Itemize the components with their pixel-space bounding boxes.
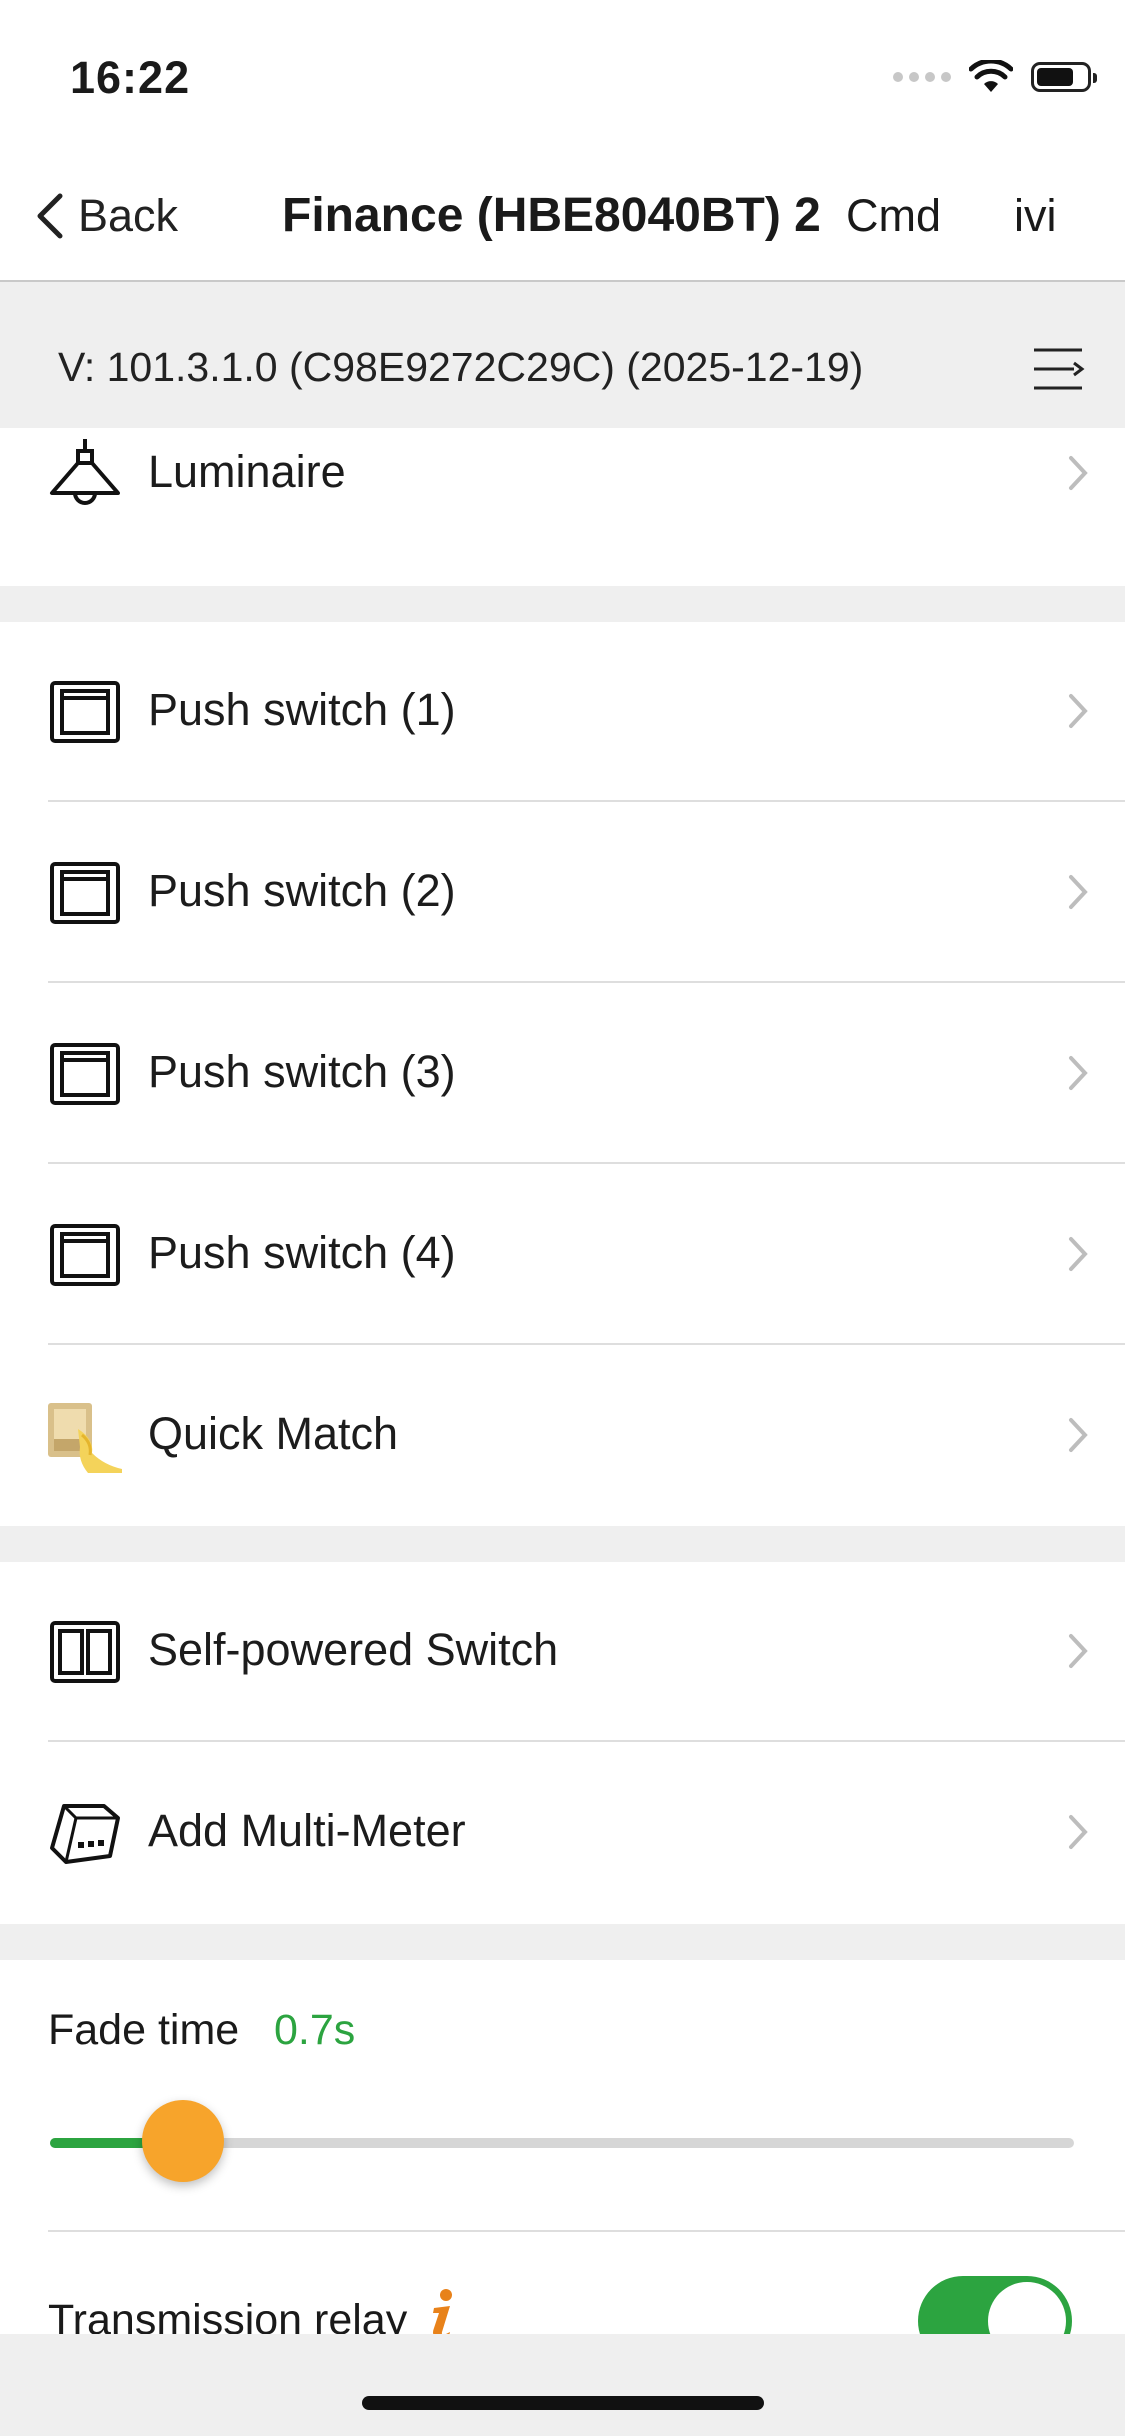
push-switch-icon xyxy=(50,862,120,924)
page-title: Finance (HBE8040BT) 2 xyxy=(282,189,821,242)
list-item-push-switch-4[interactable]: Push switch (4) xyxy=(0,1165,1125,1345)
row-divider xyxy=(48,1343,1125,1345)
list-item-push-switch-3[interactable]: Push switch (3) xyxy=(0,984,1125,1164)
fade-time-slider-thumb[interactable] xyxy=(142,2100,225,2182)
list-item-label: Luminaire xyxy=(148,446,346,497)
chevron-right-icon xyxy=(1069,1815,1088,1849)
list-item-push-switch-2[interactable]: Push switch (2) xyxy=(0,803,1125,983)
back-button[interactable]: Back xyxy=(36,190,178,242)
section-push-switches: Push switch (1) Push switch (2) Push swi… xyxy=(0,622,1125,1526)
navigation-bar: Back Finance (HBE8040BT) 2 Cmd ivi xyxy=(0,150,1125,282)
fade-time-value: 0.7s xyxy=(274,2006,356,2054)
row-divider xyxy=(48,1740,1125,1742)
list-item-label: Quick Match xyxy=(148,1408,399,1459)
push-switch-icon xyxy=(50,1224,120,1286)
chevron-right-icon xyxy=(1069,1634,1088,1668)
status-bar: 16:22 xyxy=(0,0,1125,150)
list-item-label: Push switch (2) xyxy=(148,865,456,916)
section-gap xyxy=(0,1924,1125,1960)
home-indicator-area xyxy=(0,2334,1125,2436)
list-item-quick-match[interactable]: Quick Match xyxy=(0,1346,1125,1526)
row-divider xyxy=(48,981,1125,983)
chevron-right-icon xyxy=(1069,694,1088,728)
chevron-right-icon xyxy=(1069,1237,1088,1271)
push-switch-icon xyxy=(50,681,120,743)
status-time: 16:22 xyxy=(70,52,191,103)
list-item-label: Push switch (1) xyxy=(148,684,456,735)
list-item-push-switch-1[interactable]: Push switch (1) xyxy=(0,622,1125,802)
row-divider xyxy=(48,2230,1125,2232)
section-luminaire: Luminaire xyxy=(0,428,1125,586)
double-switch-icon xyxy=(50,1621,120,1683)
section-gap xyxy=(0,1526,1125,1562)
home-indicator[interactable] xyxy=(362,2396,764,2410)
list-item-self-powered-switch[interactable]: Self-powered Switch xyxy=(0,1562,1125,1742)
list-item-label: Push switch (3) xyxy=(148,1046,456,1097)
list-item-add-multi-meter[interactable]: Add Multi-Meter xyxy=(0,1743,1125,1923)
list-item-label: Add Multi-Meter xyxy=(148,1805,466,1856)
list-item-luminaire[interactable]: Luminaire xyxy=(0,384,1125,564)
signal-dots-icon xyxy=(893,72,951,82)
list-item-label: Self-powered Switch xyxy=(148,1624,559,1675)
section-gap xyxy=(0,586,1125,622)
list-item-label: Push switch (4) xyxy=(148,1227,456,1278)
chevron-right-icon xyxy=(1069,456,1088,490)
multi-meter-icon xyxy=(50,1804,120,1864)
push-switch-icon xyxy=(50,1043,120,1105)
wifi-icon xyxy=(969,60,1013,92)
chevron-right-icon xyxy=(1069,1056,1088,1090)
battery-icon xyxy=(1031,62,1097,92)
info-icon[interactable] xyxy=(424,2288,460,2340)
chevron-right-icon xyxy=(1069,875,1088,909)
lamp-icon xyxy=(50,439,120,505)
status-icons xyxy=(893,60,1097,94)
back-label: Back xyxy=(78,190,179,241)
chevron-right-icon xyxy=(1069,1418,1088,1452)
section-accessories: Self-powered Switch Add Multi-Meter xyxy=(0,1562,1125,1924)
ivi-button[interactable]: ivi xyxy=(1014,190,1057,242)
row-divider xyxy=(48,1162,1125,1164)
cmd-button[interactable]: Cmd xyxy=(846,190,941,242)
quick-match-icon xyxy=(48,1403,122,1473)
row-divider xyxy=(48,800,1125,802)
chevron-left-icon xyxy=(37,193,63,239)
fade-time-label: Fade time xyxy=(48,2006,240,2054)
